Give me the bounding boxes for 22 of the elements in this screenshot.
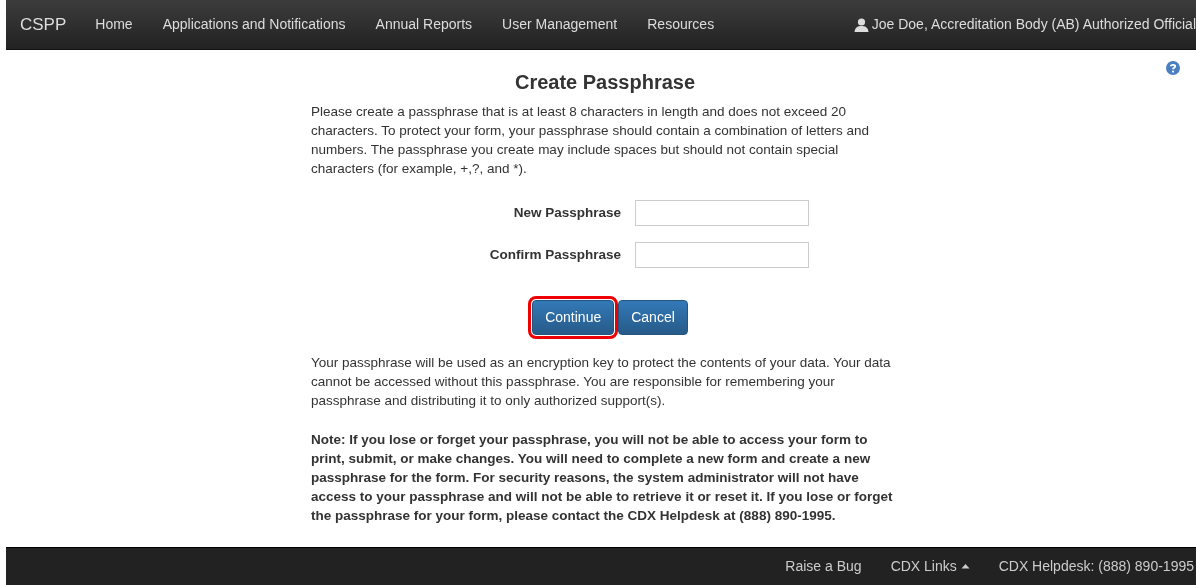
footer-text: CDX Helpdesk: (888) 890-1995 [998,557,1194,576]
input-field[interactable] [635,242,809,268]
footer-dropdown[interactable]: CDX Links [890,556,970,577]
nav-link[interactable]: Home [80,14,148,35]
field-label: New Passphrase [512,203,621,222]
brand-link[interactable]: CSPP [6,11,81,38]
field-label: Confirm Passphrase [488,245,621,264]
intro-text: Please create a passphrase that is at least 8 characters in length and does not exceed 20 characters. To protect your form, your passphrase should contain a combination of letters and numbers. The passphrase you create may include spaces but should not contain special characters (for example, +,?, and *). [311,103,871,178]
caret-icon [960,563,970,569]
input-field[interactable] [635,200,809,226]
page-title: Create Passphrase [513,70,697,94]
cancel-button[interactable]: Cancel [618,300,688,335]
nav-link[interactable]: User Management [487,14,633,35]
footer-link[interactable]: Raise a Bug [785,556,862,577]
note-text: Note: If you lose or forget your passphrase, you will not be able to access your form to print, submit, or make changes. You will need to complete a new form and create a new passphrase for the form. For security reasons, the system administrator will not have access to your passphrase and will not be able to retrieve it or reset it. If you lose or forget the passphrase for your form, please contact the CDX Helpdesk at (888) 890-1995. [311,431,894,525]
nav-link[interactable]: Applications and Notifications [147,14,361,35]
help-icon[interactable] [1166,61,1180,76]
user-menu-link[interactable]: Joe Doe, Accreditation Body (AB) Authorized Official [871,14,1196,35]
nav-link[interactable]: Resources [632,14,730,35]
user-icon [853,17,869,32]
info-text: Your passphrase will be used as an encryption key to protect the contents of your data. Your data cannot be accessed without this passphrase. You are responsible for remembering your passphrase and distributing it to only authorized support(s). [311,354,892,410]
nav-link[interactable]: Annual Reports [360,14,488,35]
